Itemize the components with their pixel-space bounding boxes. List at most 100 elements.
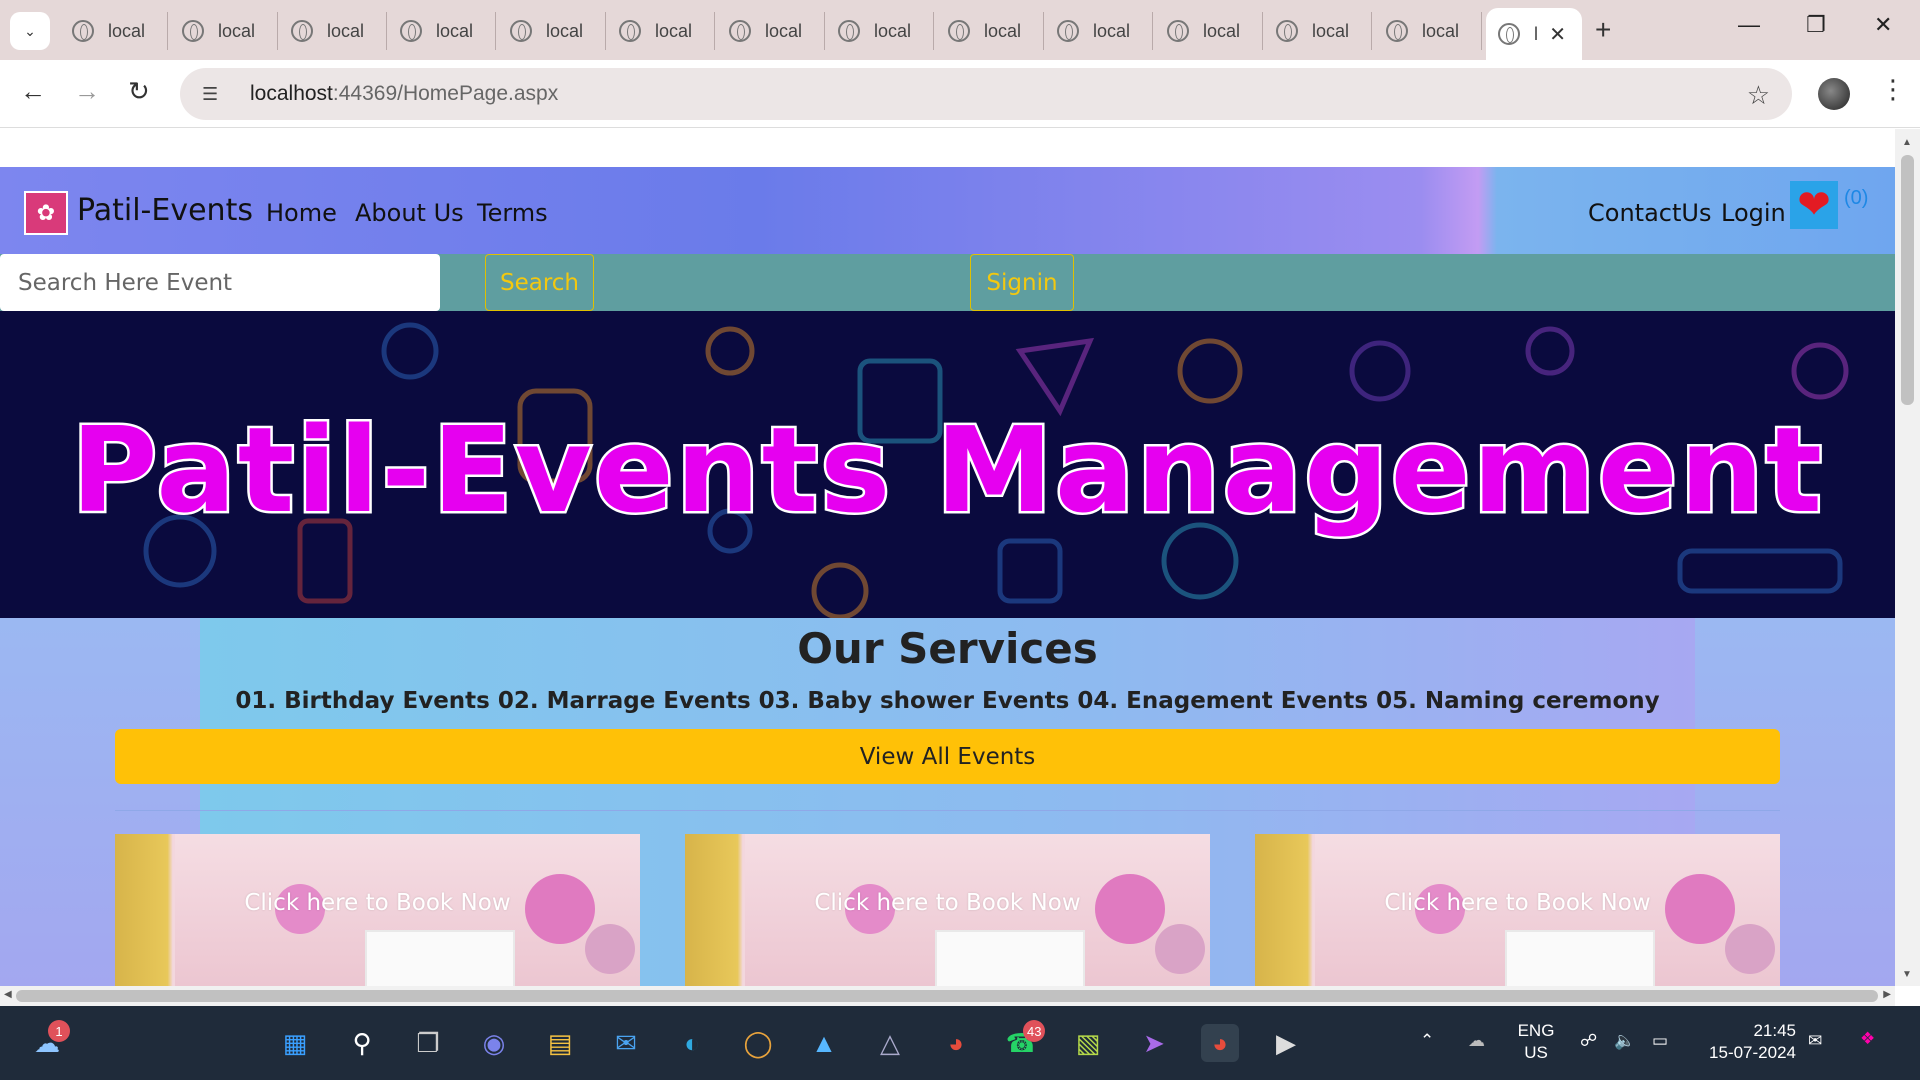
site-navbar: ✿ Patil-Events Home About Us Terms Conta…	[0, 167, 1895, 254]
browser-menu-icon[interactable]: ⋮	[1880, 74, 1906, 105]
remote-app-icon[interactable]: ▲	[805, 1024, 843, 1062]
book-now-link[interactable]: Click here to Book Now	[685, 890, 1210, 916]
vertical-scrollbar[interactable]: ▲ ▼	[1895, 129, 1920, 986]
nav-contact-link[interactable]: ContactUs	[1588, 199, 1711, 227]
scroll-up-arrow-icon[interactable]: ▲	[1902, 137, 1912, 148]
minimize-button[interactable]: —	[1738, 12, 1760, 38]
teams-chat-icon[interactable]: ◉	[475, 1024, 513, 1062]
browser-tab[interactable]: local	[498, 12, 606, 50]
close-window-button[interactable]: ✕	[1874, 12, 1892, 38]
edge-browser-icon[interactable]: ◐	[673, 1024, 711, 1062]
brand-name[interactable]: Patil-Events	[77, 193, 253, 228]
clock[interactable]: 21:45 15-07-2024	[1700, 1020, 1796, 1064]
balloon-shape	[1725, 924, 1775, 974]
forward-arrow-icon[interactable]: →	[74, 76, 100, 107]
windows-start-icon[interactable]: ▦	[276, 1024, 314, 1062]
browser-tab[interactable]: local	[1374, 12, 1482, 50]
back-arrow-icon[interactable]: ←	[20, 76, 46, 107]
restore-button[interactable]: ❐	[1806, 12, 1826, 38]
nav-about-link[interactable]: About Us	[355, 199, 464, 227]
show-hidden-icons-icon[interactable]: ⌃	[1420, 1030, 1434, 1052]
view-all-events-button[interactable]: View All Events	[115, 729, 1780, 784]
url-text: localhost:44369/HomePage.aspx	[250, 82, 558, 106]
heart-icon[interactable]: ❤	[1790, 181, 1838, 229]
search-input[interactable]	[0, 254, 440, 311]
browser-tab[interactable]: local	[388, 12, 496, 50]
scroll-right-arrow-icon[interactable]: ▶	[1883, 989, 1891, 1000]
tab-title: local	[1203, 20, 1241, 41]
browser-tab[interactable]: local	[1264, 12, 1372, 50]
browser-tab[interactable]: local	[826, 12, 934, 50]
copilot-icon[interactable]: ❖	[1860, 1028, 1875, 1050]
event-card[interactable]: Click here to Book Now	[115, 834, 640, 986]
notification-bell-icon[interactable]: ✉	[1808, 1030, 1822, 1052]
browser-tab[interactable]: local	[1045, 12, 1153, 50]
book-now-link[interactable]: Click here to Book Now	[115, 890, 640, 916]
address-bar[interactable]: ☰ localhost:44369/HomePage.aspx ☆	[180, 68, 1792, 120]
card-table-shape	[365, 930, 515, 986]
browser-tab-active[interactable]: l ✕	[1486, 8, 1582, 60]
reload-icon[interactable]: ↻	[128, 76, 150, 107]
volume-icon[interactable]: 🔈	[1614, 1030, 1635, 1052]
language-indicator[interactable]: ENG US	[1514, 1020, 1558, 1064]
close-tab-icon[interactable]: ✕	[1549, 22, 1566, 47]
battery-icon[interactable]: ▭	[1652, 1030, 1668, 1052]
chrome-active-icon[interactable]: ◕	[1201, 1024, 1239, 1062]
browser-tab[interactable]: local	[936, 12, 1044, 50]
search-icon[interactable]: ⚲	[343, 1024, 381, 1062]
services-section: Our Services 01. Birthday Events 02. Mar…	[0, 618, 1895, 986]
tab-search-button[interactable]: ⌄	[10, 12, 50, 50]
region-code: US	[1524, 1043, 1548, 1062]
globe-icon	[1167, 20, 1189, 42]
browser-tab[interactable]: local	[607, 12, 715, 50]
horizontal-scrollbar[interactable]: ◀ ▶	[0, 986, 1895, 1006]
event-card[interactable]: Click here to Book Now	[685, 834, 1210, 986]
nav-home-link[interactable]: Home	[266, 199, 337, 227]
vertical-scroll-thumb[interactable]	[1901, 155, 1914, 405]
book-now-link[interactable]: Click here to Book Now	[1255, 890, 1780, 916]
browser-tab[interactable]: local	[60, 12, 168, 50]
new-tab-button[interactable]: +	[1595, 14, 1611, 46]
whatsapp-badge: 43	[1023, 1020, 1046, 1042]
chrome-icon[interactable]: ◕	[937, 1024, 975, 1062]
event-card[interactable]: Click here to Book Now	[1255, 834, 1780, 986]
tab-title: local	[1312, 20, 1350, 41]
scroll-down-arrow-icon[interactable]: ▼	[1902, 969, 1912, 980]
horizontal-scroll-thumb[interactable]	[16, 990, 1878, 1002]
photo-app-icon[interactable]: ▧	[1069, 1024, 1107, 1062]
profile-avatar[interactable]	[1818, 78, 1850, 110]
lotus-logo-icon[interactable]: ✿	[24, 191, 68, 235]
tab-title: local	[218, 20, 256, 41]
file-explorer-icon[interactable]: ▤	[541, 1024, 579, 1062]
task-view-icon[interactable]: ❐	[409, 1024, 447, 1062]
scroll-left-arrow-icon[interactable]: ◀	[4, 989, 12, 1000]
tab-title: local	[1093, 20, 1131, 41]
browser-tab[interactable]: local	[279, 12, 387, 50]
globe-icon	[948, 20, 970, 42]
browser-tab[interactable]: local	[1155, 12, 1263, 50]
network-app-icon[interactable]: △	[871, 1024, 909, 1062]
mail-icon[interactable]: ✉	[607, 1024, 645, 1062]
url-host: localhost	[250, 82, 333, 105]
visual-studio-icon[interactable]: ➤	[1135, 1024, 1173, 1062]
tab-title: l	[1534, 23, 1538, 44]
browser-tab[interactable]: local	[717, 12, 825, 50]
signin-button[interactable]: Signin	[970, 254, 1074, 311]
nav-login-link[interactable]: Login	[1721, 199, 1786, 227]
search-button[interactable]: Search	[485, 254, 594, 311]
wishlist-count[interactable]: (0)	[1844, 187, 1868, 210]
media-player-icon[interactable]: ▶	[1267, 1024, 1305, 1062]
tab-title: local	[655, 20, 693, 41]
browser-tab[interactable]: local	[170, 12, 278, 50]
nav-terms-link[interactable]: Terms	[477, 199, 548, 227]
site-settings-icon[interactable]: ☰	[202, 84, 226, 105]
globe-icon	[182, 20, 204, 42]
divider	[115, 810, 1780, 811]
network-globe-icon[interactable]: ☍	[1580, 1030, 1597, 1052]
onedrive-cloud-icon[interactable]: ☁	[1468, 1030, 1485, 1052]
tab-title: local	[546, 20, 584, 41]
globe-icon	[291, 20, 313, 42]
eclipse-icon[interactable]: ◯	[739, 1024, 777, 1062]
bookmark-star-icon[interactable]: ☆	[1747, 80, 1770, 111]
clock-time: 21:45	[1753, 1021, 1796, 1040]
